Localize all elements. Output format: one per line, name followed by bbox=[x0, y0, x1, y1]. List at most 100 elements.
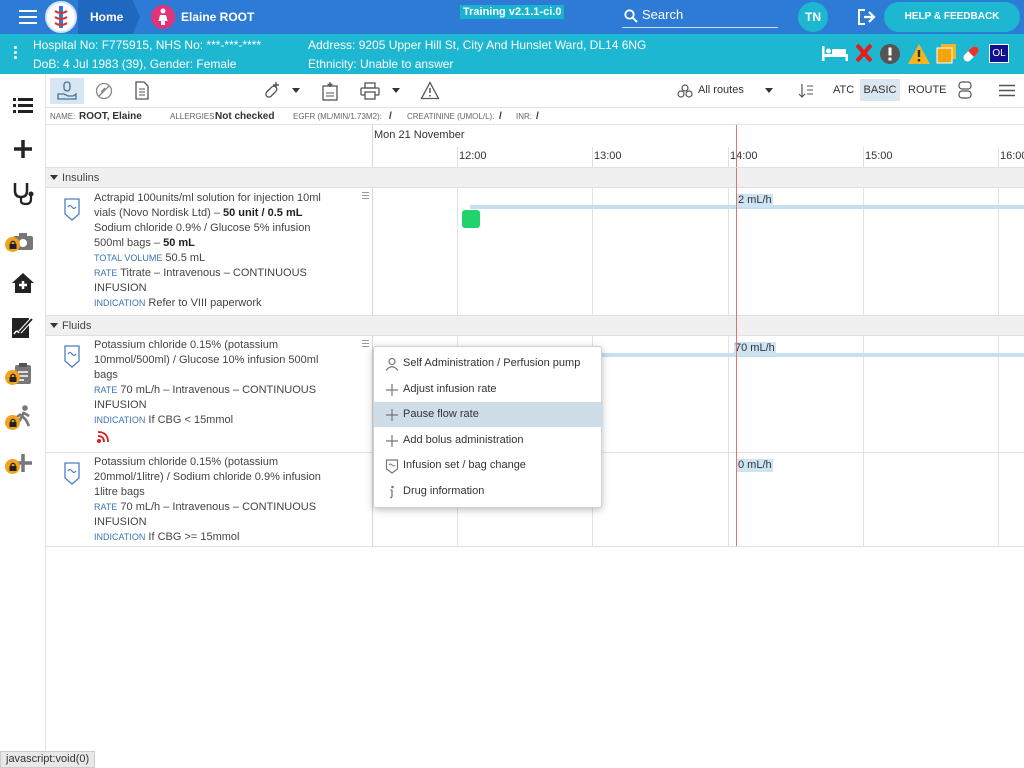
group-header-insulins[interactable]: Insulins bbox=[46, 167, 1024, 188]
drug-diluent: Sodium chloride 0.9% / Glucose 5% infusi… bbox=[94, 222, 311, 234]
egfr-label: EGFR (ML/MIN/1.73M2): bbox=[293, 112, 382, 121]
group-label: Insulins bbox=[62, 172, 100, 184]
menu-item-add-bolus[interactable]: Add bolus administration bbox=[374, 428, 603, 453]
house-medical-icon[interactable] bbox=[10, 270, 36, 296]
search-field[interactable]: Search bbox=[622, 4, 778, 28]
time-tick: 12:00 bbox=[459, 150, 487, 162]
atc-view-button[interactable]: ATC bbox=[833, 84, 854, 96]
infusion-bar[interactable] bbox=[601, 353, 1024, 357]
warning-triangle-icon[interactable] bbox=[907, 43, 931, 65]
rate-chip[interactable]: 70 mL/h bbox=[734, 342, 776, 355]
ol-badge[interactable]: OL bbox=[989, 44, 1009, 63]
menu-item-label: Adjust infusion rate bbox=[403, 383, 497, 395]
lock-icon bbox=[5, 370, 20, 385]
infusion-bag-icon bbox=[64, 198, 80, 221]
timeline-date: Mon 21 November bbox=[374, 129, 465, 141]
app-logo[interactable] bbox=[45, 1, 77, 33]
medication-pill-icon[interactable] bbox=[960, 43, 982, 65]
home-breadcrumb[interactable]: Home bbox=[78, 0, 140, 34]
print-dropdown-icon[interactable] bbox=[392, 88, 400, 93]
add-drug-icon[interactable] bbox=[262, 81, 282, 101]
total-volume-label: TOTAL VOLUME bbox=[94, 253, 163, 263]
drug-entry-potassium-glucose[interactable]: Potassium chloride 0.15% (potassium 10mm… bbox=[94, 338, 334, 428]
menu-item-bag-change[interactable]: Infusion set / bag change bbox=[374, 453, 603, 478]
indication-value: If CBG < 15mmol bbox=[148, 414, 234, 426]
drug-name: bags bbox=[94, 369, 118, 381]
help-feedback-button[interactable]: HELP & FEEDBACK bbox=[884, 2, 1020, 32]
menu-item-pause-flow[interactable]: Pause flow rate bbox=[374, 402, 603, 427]
drug-name: vials (Novo Nordisk Ltd) – bbox=[94, 207, 223, 219]
collapse-triangle-icon bbox=[50, 175, 58, 180]
signal-broadcast-icon[interactable] bbox=[96, 430, 110, 444]
egfr-value: / bbox=[389, 111, 392, 122]
warning-outline-icon[interactable] bbox=[420, 81, 440, 100]
total-volume-value: 50.5 mL bbox=[165, 252, 206, 264]
diluent-volume: 50 mL bbox=[163, 237, 195, 249]
infusion-context-menu: Self Administration / Perfusion pump Adj… bbox=[373, 346, 603, 508]
route-view-button[interactable]: ROUTE bbox=[908, 84, 947, 96]
menu-item-drug-information[interactable]: Drug information bbox=[374, 479, 603, 504]
administration-marker[interactable] bbox=[462, 210, 480, 228]
logout-icon[interactable] bbox=[857, 8, 877, 29]
menu-icon[interactable] bbox=[999, 84, 1015, 97]
collapse-triangle-icon bbox=[50, 323, 58, 328]
patient-female-icon bbox=[151, 5, 175, 29]
user-avatar[interactable]: TN bbox=[798, 2, 828, 32]
group-header-fluids[interactable]: Fluids bbox=[46, 315, 1024, 336]
time-tick: 13:00 bbox=[594, 150, 622, 162]
drug-entry-potassium-sodium[interactable]: Potassium chloride 0.15% (potassium 20mm… bbox=[94, 455, 334, 545]
timeline-header-divider bbox=[46, 167, 1024, 168]
drug-options-icon[interactable] bbox=[362, 340, 369, 349]
sort-icon[interactable] bbox=[798, 83, 814, 99]
patient-info-bar: NAME: ROOT, Elaine ALLERGIES: Not checke… bbox=[46, 108, 1024, 125]
routes-dropdown-icon[interactable] bbox=[765, 88, 773, 93]
chart-toolbar: All routes ATC BASIC ROUTE bbox=[46, 74, 1024, 108]
signature-edit-icon[interactable] bbox=[10, 314, 36, 340]
notes-stack-icon[interactable] bbox=[935, 43, 957, 65]
inr-label: INR: bbox=[516, 112, 532, 121]
menu-item-self-administration[interactable]: Self Administration / Perfusion pump bbox=[374, 351, 603, 376]
search-icon bbox=[624, 9, 638, 23]
time-tick: 14:00 bbox=[730, 150, 758, 162]
no-entry-circle-icon[interactable] bbox=[95, 82, 113, 100]
printer-icon[interactable] bbox=[360, 82, 380, 100]
document-icon[interactable] bbox=[134, 81, 150, 100]
alert-circle-icon[interactable] bbox=[879, 43, 901, 65]
allergies-value: Not checked bbox=[215, 111, 275, 122]
add-icon[interactable] bbox=[10, 136, 36, 162]
menu-item-label: Drug information bbox=[403, 485, 485, 497]
main-menu-icon[interactable] bbox=[19, 10, 37, 24]
menu-item-label: Infusion set / bag change bbox=[403, 459, 526, 471]
lock-icon bbox=[5, 459, 20, 474]
rate-chip[interactable]: 0 mL/h bbox=[737, 459, 773, 472]
drug-name: 1litre bags bbox=[94, 486, 145, 498]
patient-banner: Hospital No: F775915, NHS No: ***-***-**… bbox=[0, 34, 1024, 74]
infusion-bag-icon bbox=[64, 345, 80, 368]
menu-item-label: Add bolus administration bbox=[403, 434, 524, 446]
order-set-icon[interactable] bbox=[321, 81, 339, 101]
rate-label: RATE bbox=[94, 268, 118, 278]
rate-value: INFUSION bbox=[94, 282, 147, 294]
stethoscope-icon[interactable] bbox=[10, 180, 36, 206]
red-x-icon[interactable] bbox=[855, 43, 873, 63]
group-toggle-icon[interactable] bbox=[957, 81, 973, 99]
allergies-label: ALLERGIES: bbox=[170, 112, 217, 121]
drug-entry-actrapid[interactable]: Actrapid 100units/ml solution for inject… bbox=[94, 191, 334, 311]
menu-item-adjust-rate[interactable]: Adjust infusion rate bbox=[374, 377, 603, 402]
drug-diluent: 500ml bags – bbox=[94, 237, 164, 249]
indication-label: INDICATION bbox=[94, 415, 146, 425]
plus-icon bbox=[386, 384, 398, 396]
bed-icon[interactable] bbox=[821, 43, 849, 63]
add-drug-dropdown-icon[interactable] bbox=[292, 88, 300, 93]
drug-name: 20mmol/1litre) / Sodium chloride 0.9% in… bbox=[94, 471, 321, 483]
patient-name[interactable]: Elaine ROOT bbox=[181, 0, 254, 34]
menu-item-label: Self Administration / Perfusion pump bbox=[403, 357, 581, 369]
rate-chip[interactable]: 2 mL/h bbox=[737, 194, 773, 207]
hospital-number: Hospital No: F775915, NHS No: ***-***-**… bbox=[33, 38, 262, 52]
drug-options-icon[interactable] bbox=[362, 192, 369, 201]
time-tick: 15:00 bbox=[865, 150, 893, 162]
list-icon[interactable] bbox=[10, 92, 36, 118]
routes-filter-select[interactable]: All routes bbox=[698, 84, 744, 96]
basic-view-button[interactable]: BASIC bbox=[860, 79, 900, 101]
more-vertical-icon[interactable] bbox=[14, 46, 18, 61]
